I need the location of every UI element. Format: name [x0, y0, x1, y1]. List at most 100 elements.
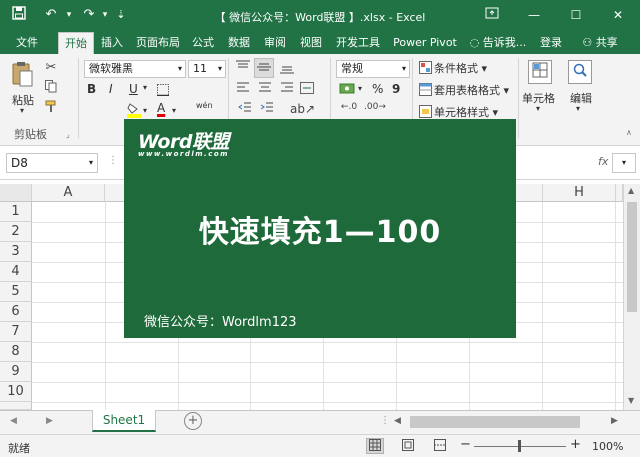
number-format-field[interactable]: 常规 ▾	[336, 60, 410, 78]
font-name-field[interactable]: 微软雅黑 ▾	[84, 60, 186, 78]
editing-dropdown-icon[interactable]: ▾	[576, 104, 580, 113]
search-icon[interactable]	[568, 60, 592, 84]
format-as-table-icon[interactable]	[418, 83, 432, 99]
scroll-up-icon[interactable]: ▲	[628, 186, 634, 195]
row-header[interactable]: 4	[0, 262, 32, 282]
paste-icon[interactable]	[10, 60, 34, 88]
row-header[interactable]: 10	[0, 382, 32, 402]
select-all-corner[interactable]	[0, 184, 32, 202]
borders-icon[interactable]	[156, 84, 170, 99]
fx-icon[interactable]: fx	[598, 155, 608, 168]
minimize-button[interactable]: —	[520, 4, 548, 26]
increase-indent-icon[interactable]	[258, 102, 276, 117]
italic-button[interactable]: I	[109, 82, 113, 96]
merge-cells-icon[interactable]	[298, 82, 316, 97]
tab-review[interactable]: 审阅	[260, 32, 290, 54]
column-header[interactable]	[616, 184, 623, 202]
divider	[518, 58, 519, 138]
editing-button[interactable]: 编辑	[570, 90, 592, 106]
decrease-indent-icon[interactable]	[236, 102, 254, 117]
tab-file[interactable]: 文件	[10, 32, 44, 54]
tab-split-grip-icon[interactable]: ⋮	[380, 415, 390, 426]
share-button[interactable]: ⚇ 共享	[574, 32, 626, 54]
align-right-icon[interactable]	[278, 82, 296, 97]
tab-view[interactable]: 视图	[296, 32, 326, 54]
accounting-format-icon[interactable]	[338, 82, 360, 99]
row-header[interactable]: 6	[0, 302, 32, 322]
tab-home[interactable]: 开始	[58, 32, 94, 54]
close-button[interactable]: ✕	[604, 4, 632, 26]
font-color-dropdown-icon[interactable]: ▾	[172, 106, 176, 115]
align-middle-icon[interactable]	[254, 58, 274, 78]
format-painter-icon[interactable]	[44, 100, 58, 116]
format-as-table-button[interactable]: 套用表格格式 ▾	[434, 82, 509, 98]
tab-formulas[interactable]: 公式	[188, 32, 218, 54]
tab-developer[interactable]: 开发工具	[332, 32, 384, 54]
align-bottom-icon[interactable]	[278, 60, 296, 78]
cell-styles-button[interactable]: 单元格样式 ▾	[434, 104, 498, 120]
align-left-icon[interactable]	[234, 82, 252, 97]
tab-power-pivot[interactable]: Power Pivot	[390, 32, 460, 54]
prev-sheet-icon[interactable]: ◀	[10, 416, 17, 426]
row-header[interactable]: 9	[0, 362, 32, 382]
align-top-icon[interactable]	[234, 60, 252, 78]
vertical-scrollbar[interactable]: ▲ ▼	[623, 184, 640, 410]
scroll-left-icon[interactable]: ◀	[394, 416, 401, 426]
row-header[interactable]	[0, 402, 32, 410]
cut-icon[interactable]: ✂	[44, 60, 58, 75]
row-header[interactable]: 5	[0, 282, 32, 302]
conditional-format-icon[interactable]	[418, 61, 432, 77]
maximize-button[interactable]: ☐	[562, 4, 590, 26]
cells-icon[interactable]	[528, 60, 552, 84]
clipboard-launcher-icon[interactable]: ⌟	[66, 130, 70, 139]
ribbon-display-options-icon[interactable]	[478, 4, 506, 26]
tab-data[interactable]: 数据	[224, 32, 254, 54]
orientation-icon[interactable]: ab↗	[290, 102, 315, 116]
tab-page-layout[interactable]: 页面布局	[132, 32, 184, 54]
zoom-out-button[interactable]: −	[460, 437, 471, 452]
page-break-view-icon[interactable]	[432, 439, 448, 454]
name-box[interactable]: D8 ▾	[6, 153, 98, 173]
sheet-tab-sheet1[interactable]: Sheet1	[92, 410, 156, 432]
scroll-right-icon[interactable]: ▶	[611, 416, 618, 426]
expand-formula-bar-icon[interactable]: ▾	[612, 153, 636, 173]
copy-icon[interactable]	[44, 80, 58, 96]
bold-button[interactable]: B	[87, 82, 96, 96]
scroll-down-icon[interactable]: ▼	[628, 396, 634, 405]
tell-me-search[interactable]: ◌ 告诉我...	[466, 32, 530, 54]
fill-color-dropdown-icon[interactable]: ▾	[143, 106, 147, 115]
font-color-button[interactable]: A	[157, 101, 165, 115]
column-header[interactable]: A	[32, 184, 105, 202]
font-size-field[interactable]: 11 ▾	[188, 60, 226, 78]
add-sheet-icon[interactable]: +	[184, 412, 202, 430]
page-layout-view-icon[interactable]	[400, 439, 416, 454]
percent-button[interactable]: %	[372, 82, 383, 96]
row-header[interactable]: 1	[0, 202, 32, 222]
comma-style-button[interactable]: 9	[392, 82, 400, 96]
cells-dropdown-icon[interactable]: ▾	[536, 104, 540, 113]
phonetic-icon[interactable]: wén	[196, 101, 213, 110]
zoom-in-button[interactable]: +	[570, 437, 581, 452]
tab-insert[interactable]: 插入	[96, 32, 128, 54]
row-header[interactable]: 2	[0, 222, 32, 242]
row-header[interactable]: 3	[0, 242, 32, 262]
collapse-ribbon-icon[interactable]: ∧	[626, 128, 632, 137]
next-sheet-icon[interactable]: ▶	[46, 416, 53, 426]
normal-view-icon[interactable]	[366, 438, 384, 454]
sign-in-link[interactable]: 登录	[536, 32, 566, 54]
zoom-level[interactable]: 100%	[592, 440, 623, 453]
conditional-format-button[interactable]: 条件格式 ▾	[434, 60, 487, 76]
column-header[interactable]: H	[543, 184, 616, 202]
horizontal-scroll-thumb[interactable]	[410, 416, 580, 428]
scroll-thumb[interactable]	[627, 202, 637, 312]
underline-button[interactable]: U	[129, 82, 138, 96]
increase-decimal-icon[interactable]: ←.0	[340, 102, 358, 112]
accounting-dropdown-icon[interactable]: ▾	[358, 84, 362, 93]
underline-dropdown-icon[interactable]: ▾	[143, 83, 147, 92]
zoom-slider-handle[interactable]	[518, 440, 521, 452]
decrease-decimal-icon[interactable]: .00→	[364, 102, 386, 112]
row-header[interactable]: 8	[0, 342, 32, 362]
row-header[interactable]: 7	[0, 322, 32, 342]
align-center-icon[interactable]	[256, 82, 274, 97]
paste-dropdown-icon[interactable]: ▾	[20, 106, 24, 115]
